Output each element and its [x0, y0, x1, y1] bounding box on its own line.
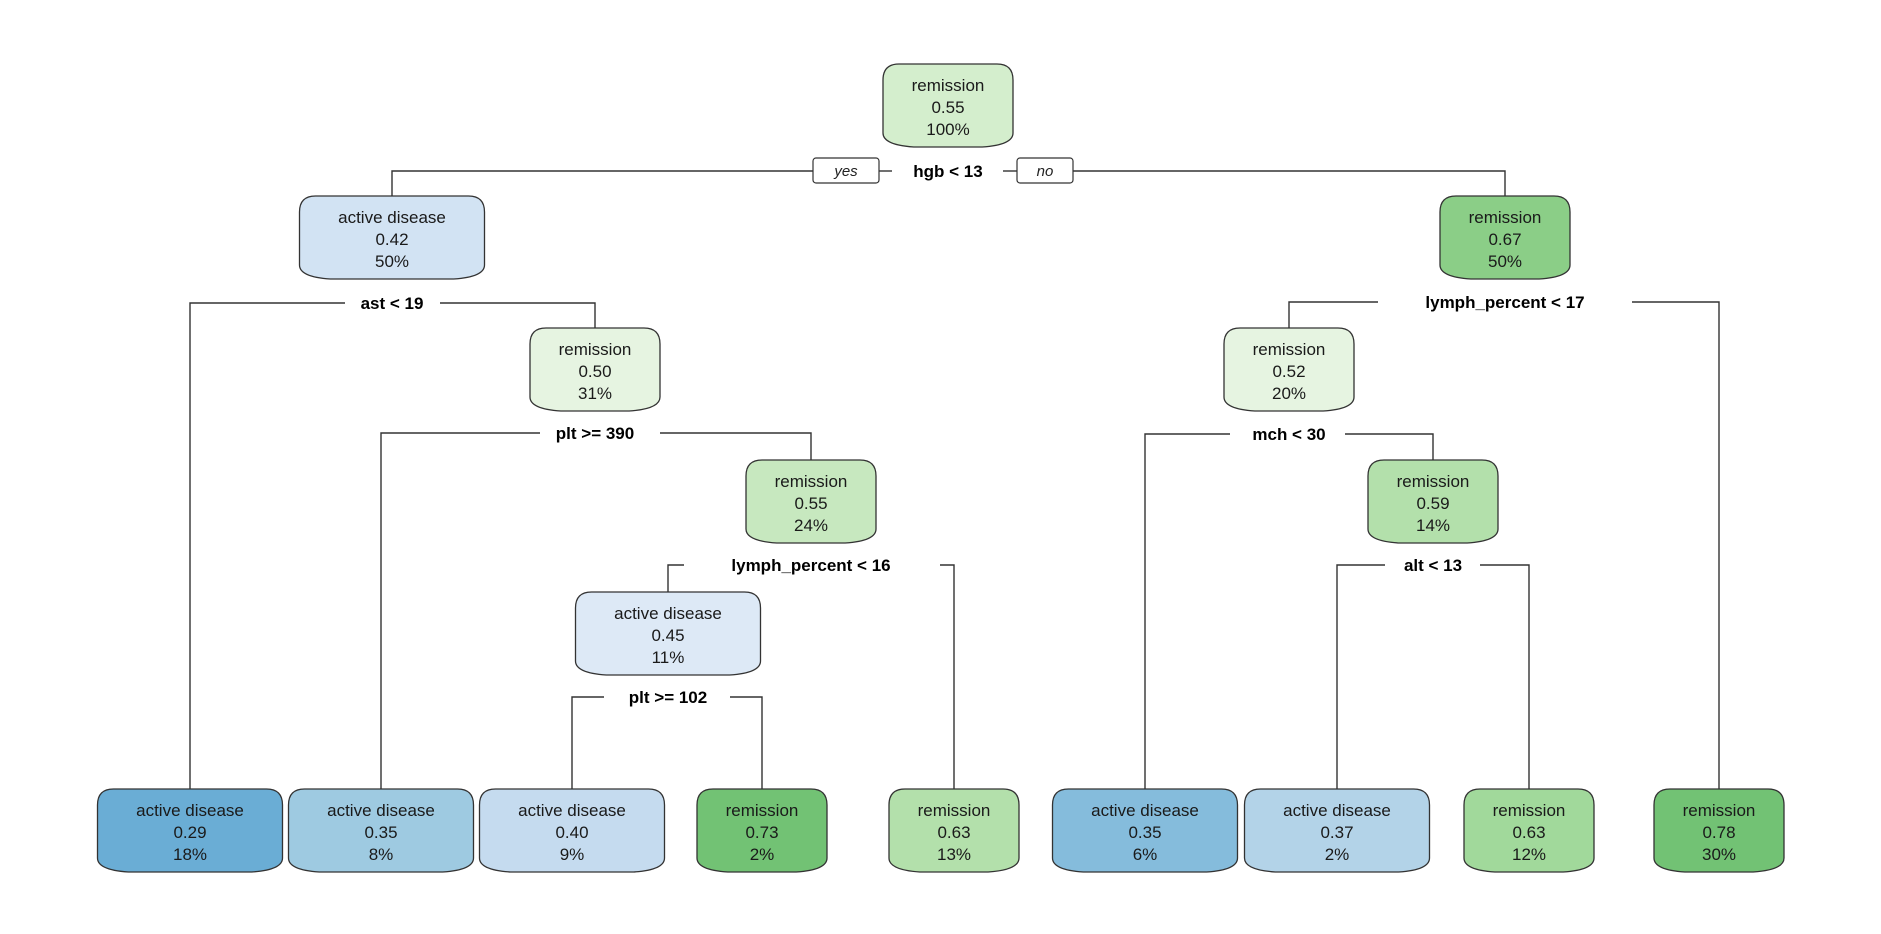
node-probability: 0.55 — [794, 494, 827, 513]
node-probability: 0.29 — [173, 823, 206, 842]
node-class-label: active disease — [518, 801, 626, 820]
split-condition: plt >= 390 — [556, 424, 634, 443]
node-class-label: remission — [775, 472, 848, 491]
split-condition: alt < 13 — [1404, 556, 1462, 575]
node-probability: 0.35 — [1128, 823, 1161, 842]
decision-tree: remission0.55100%active disease0.4250%re… — [96, 63, 1785, 873]
no-label: no — [1037, 163, 1054, 180]
tree-node: remission 0.52 20% — [1223, 327, 1355, 412]
node-percent: 14% — [1416, 516, 1450, 535]
node-class-label: active disease — [338, 208, 446, 227]
split-condition: mch < 30 — [1252, 425, 1325, 444]
node-class-label: active disease — [614, 604, 722, 623]
split-condition: hgb < 13 — [913, 162, 982, 181]
edge-no — [1345, 433, 1434, 460]
node-probability: 0.59 — [1416, 494, 1449, 513]
edge-yes — [380, 432, 540, 789]
edge-no — [1073, 170, 1506, 196]
tree-node: active disease 0.42 50% — [298, 195, 486, 280]
edge-yes — [571, 696, 604, 789]
node-class-label: remission — [1683, 801, 1756, 820]
split-condition: lymph_percent < 17 — [1425, 293, 1584, 312]
leaf-node: active disease 0.35 8% — [287, 788, 475, 873]
node-class-label: remission — [1253, 340, 1326, 359]
node-percent: 13% — [937, 845, 971, 864]
edge-no — [1480, 564, 1530, 789]
node-probability: 0.63 — [937, 823, 970, 842]
edge-no — [940, 564, 955, 789]
node-percent: 100% — [926, 120, 969, 139]
node-class-label: active disease — [1283, 801, 1391, 820]
node-class-label: remission — [726, 801, 799, 820]
node-probability: 0.73 — [745, 823, 778, 842]
node-class-label: active disease — [327, 801, 435, 820]
node-percent: 31% — [578, 384, 612, 403]
yes-label: yes — [833, 163, 858, 180]
node-percent: 50% — [1488, 252, 1522, 271]
leaf-node: remission 0.78 30% — [1653, 788, 1785, 873]
edge-no — [1632, 301, 1720, 789]
node-class-label: remission — [1493, 801, 1566, 820]
leaf-node: active disease 0.40 9% — [478, 788, 666, 873]
leaf-node: remission 0.63 13% — [888, 788, 1020, 873]
node-probability: 0.55 — [931, 98, 964, 117]
leaf-node: remission 0.73 2% — [696, 788, 828, 873]
node-class-label: remission — [912, 76, 985, 95]
split-condition: lymph_percent < 16 — [731, 556, 890, 575]
node-percent: 30% — [1702, 845, 1736, 864]
edge-yes — [391, 170, 813, 196]
tree-node: remission 0.59 14% — [1367, 459, 1499, 544]
split-condition: ast < 19 — [361, 294, 424, 313]
edge-yes — [1144, 433, 1230, 789]
node-percent: 2% — [750, 845, 775, 864]
node-probability: 0.63 — [1512, 823, 1545, 842]
edge-no — [440, 302, 596, 328]
node-percent: 8% — [369, 845, 394, 864]
edge-yes — [1288, 301, 1378, 328]
node-percent: 20% — [1272, 384, 1306, 403]
node-probability: 0.35 — [364, 823, 397, 842]
leaf-node: active disease 0.37 2% — [1243, 788, 1431, 873]
edge-yes — [189, 302, 345, 789]
node-class-label: remission — [1469, 208, 1542, 227]
tree-nodes: remission0.55100%active disease0.4250%re… — [96, 63, 1785, 873]
node-class-label: active disease — [136, 801, 244, 820]
leaf-node: active disease 0.29 18% — [96, 788, 284, 873]
leaf-node: active disease 0.35 6% — [1051, 788, 1239, 873]
node-probability: 0.37 — [1320, 823, 1353, 842]
node-class-label: remission — [918, 801, 991, 820]
node-percent: 9% — [560, 845, 585, 864]
node-probability: 0.45 — [651, 626, 684, 645]
edge-no — [730, 696, 763, 789]
node-percent: 50% — [375, 252, 409, 271]
node-class-label: remission — [1397, 472, 1470, 491]
node-percent: 11% — [652, 648, 685, 667]
node-probability: 0.78 — [1702, 823, 1735, 842]
split-condition: plt >= 102 — [629, 688, 707, 707]
node-probability: 0.52 — [1272, 362, 1305, 381]
edge-no — [660, 432, 812, 460]
node-percent: 2% — [1325, 845, 1350, 864]
node-probability: 0.50 — [578, 362, 611, 381]
node-percent: 6% — [1133, 845, 1158, 864]
tree-node: remission 0.55 100% — [882, 63, 1014, 148]
node-class-label: active disease — [1091, 801, 1199, 820]
tree-node: remission 0.50 31% — [529, 327, 661, 412]
node-probability: 0.42 — [375, 230, 408, 249]
node-class-label: remission — [559, 340, 632, 359]
edge-yes — [667, 564, 684, 592]
node-probability: 0.67 — [1488, 230, 1521, 249]
tree-node: remission 0.55 24% — [745, 459, 877, 544]
node-percent: 12% — [1512, 845, 1546, 864]
node-percent: 18% — [173, 845, 207, 864]
tree-node: remission 0.67 50% — [1439, 195, 1571, 280]
leaf-node: remission 0.63 12% — [1463, 788, 1595, 873]
tree-node: active disease 0.45 11% — [574, 591, 762, 676]
node-probability: 0.40 — [555, 823, 588, 842]
edge-yes — [1336, 564, 1385, 789]
node-percent: 24% — [794, 516, 828, 535]
